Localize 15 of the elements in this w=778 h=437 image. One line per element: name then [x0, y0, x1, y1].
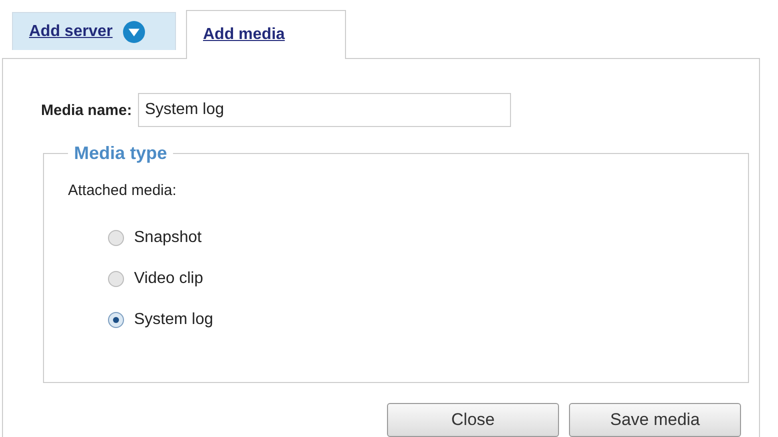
fieldset-legend: Media type	[68, 143, 174, 164]
field-label: Media name:	[41, 102, 132, 118]
input-field[interactable]: System log	[138, 93, 511, 127]
radio-button[interactable]	[108, 312, 124, 328]
prompt-label: Attached media:	[68, 182, 178, 199]
radio-label: System log	[134, 311, 214, 329]
action-button[interactable]: Close	[387, 403, 559, 437]
tab[interactable]: Add server	[12, 12, 176, 50]
dropdown-icon[interactable]	[122, 20, 145, 42]
radio-button[interactable]	[108, 271, 124, 287]
radio-label: Snapshot	[134, 229, 202, 247]
radio-button[interactable]	[108, 230, 124, 246]
radio-label: Video clip	[134, 270, 204, 288]
action-button[interactable]: Save media	[569, 403, 741, 437]
tab[interactable]: Add media	[186, 10, 346, 59]
